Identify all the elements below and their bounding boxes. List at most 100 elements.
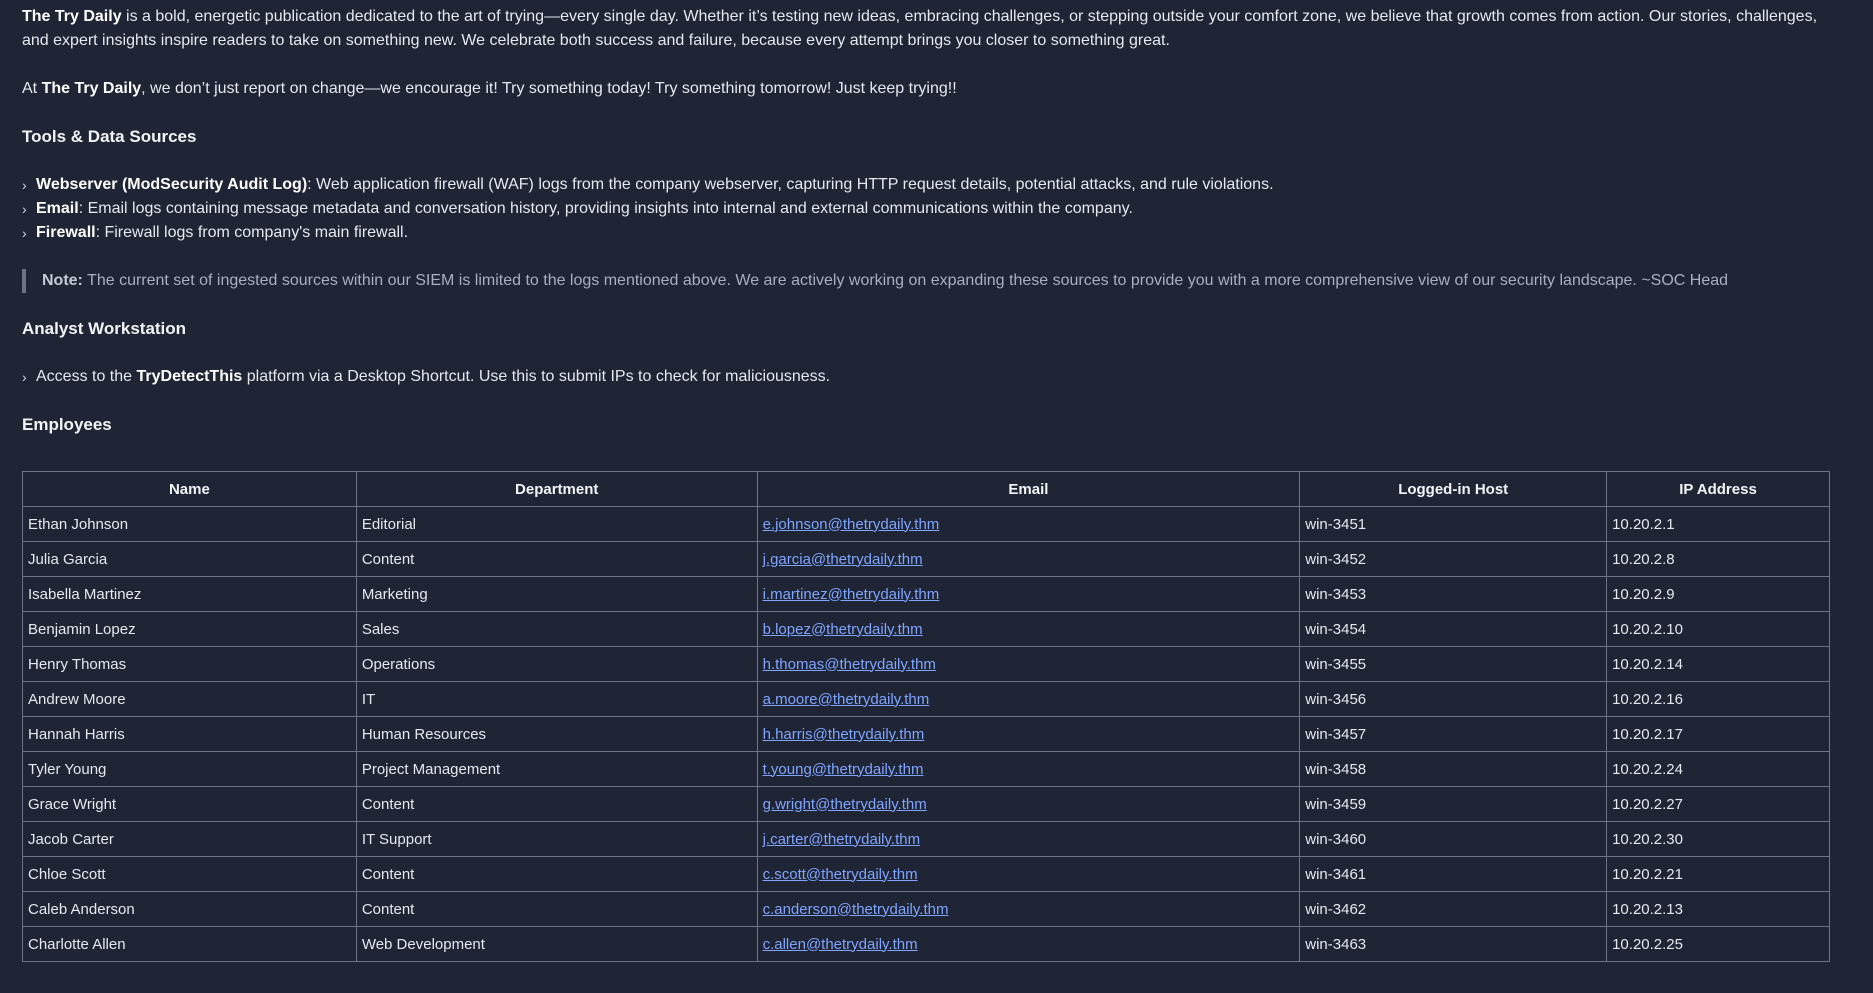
- employee-email-link[interactable]: i.martinez@thetrydaily.thm: [763, 586, 940, 603]
- table-cell: win-3453: [1299, 576, 1608, 612]
- table-cell: 10.20.2.16: [1606, 681, 1830, 717]
- employee-department: Content: [361, 550, 415, 568]
- table-cell: h.thomas@thetrydaily.thm: [756, 646, 1301, 682]
- employee-ip: 10.20.2.17: [1612, 725, 1683, 743]
- list-item: › Webserver (ModSecurity Audit Log): Web …: [22, 173, 1830, 197]
- chevron-right-icon: ›: [22, 177, 27, 193]
- employee-department: Content: [361, 865, 415, 883]
- table-cell: i.martinez@thetrydaily.thm: [756, 576, 1301, 612]
- table-row: Jacob Carter IT Support j.carter@thetrydai…: [22, 821, 1830, 857]
- table-cell: j.carter@thetrydaily.thm: [756, 821, 1301, 857]
- employee-host: win-3462: [1305, 900, 1367, 918]
- mission-prefix: At: [22, 80, 42, 97]
- list-item: › Access to the TryDetectThis platform vi…: [22, 365, 1830, 389]
- tool-desc: : Email logs containing message metadata…: [78, 200, 1133, 217]
- page-content: The Try Daily is a bold, energetic publi…: [22, 0, 1830, 962]
- mission-paragraph: At The Try Daily, we don’t just report o…: [22, 77, 1830, 101]
- note-label: Note:: [42, 272, 83, 289]
- column-header-host: Logged-in Host: [1299, 471, 1608, 507]
- employee-name: Chloe Scott: [28, 865, 106, 883]
- employee-ip: 10.20.2.25: [1612, 935, 1683, 953]
- table-cell: 10.20.2.17: [1606, 716, 1830, 752]
- employee-email-link[interactable]: j.carter@thetrydaily.thm: [763, 831, 921, 848]
- table-cell: t.young@thetrydaily.thm: [756, 751, 1301, 787]
- employee-ip: 10.20.2.14: [1612, 655, 1683, 673]
- employee-email-link[interactable]: j.garcia@thetrydaily.thm: [763, 551, 923, 568]
- employee-name: Tyler Young: [28, 760, 107, 778]
- table-cell: a.moore@thetrydaily.thm: [756, 681, 1301, 717]
- table-cell: Operations: [355, 646, 758, 682]
- employee-email-link[interactable]: c.scott@thetrydaily.thm: [763, 866, 918, 883]
- table-cell: g.wright@thetrydaily.thm: [756, 786, 1301, 822]
- employee-email-link[interactable]: c.allen@thetrydaily.thm: [763, 936, 918, 953]
- employee-department: Editorial: [361, 515, 417, 533]
- analyst-heading: Analyst Workstation: [22, 319, 187, 338]
- table-cell: Grace Wright: [22, 786, 357, 822]
- employee-email-link[interactable]: h.thomas@thetrydaily.thm: [763, 656, 936, 673]
- intro-text: is a bold, energetic publication dedicat…: [22, 8, 1818, 49]
- tool-name: Email: [36, 200, 79, 217]
- employee-ip: 10.20.2.21: [1612, 865, 1683, 883]
- table-cell: c.anderson@thetrydaily.thm: [756, 891, 1301, 927]
- employee-host: win-3455: [1305, 655, 1367, 673]
- employee-name: Benjamin Lopez: [28, 620, 136, 638]
- employee-email-link[interactable]: h.harris@thetrydaily.thm: [763, 726, 925, 743]
- employee-ip: 10.20.2.9: [1612, 585, 1675, 603]
- column-header-name: Name: [22, 471, 357, 507]
- employee-department: IT: [361, 690, 376, 708]
- table-cell: c.allen@thetrydaily.thm: [756, 926, 1301, 962]
- tool-desc: : Web application firewall (WAF) logs fr…: [307, 176, 1274, 193]
- employee-email-link[interactable]: t.young@thetrydaily.thm: [763, 761, 924, 778]
- column-header-email: Email: [756, 471, 1301, 507]
- table-cell: Julia Garcia: [22, 541, 357, 577]
- table-cell: Content: [355, 541, 758, 577]
- table-cell: Content: [355, 856, 758, 892]
- table-cell: 10.20.2.24: [1606, 751, 1830, 787]
- chevron-right-icon: ›: [22, 201, 27, 217]
- employee-host: win-3460: [1305, 830, 1367, 848]
- tool-desc: : Firewall logs from company's main fire…: [95, 224, 409, 241]
- table-header-row: Name Department Email Logged-in Host IP …: [22, 471, 1830, 507]
- table-cell: Human Resources: [355, 716, 758, 752]
- analyst-item-prefix: Access to the: [36, 368, 137, 385]
- table-cell: win-3463: [1299, 926, 1608, 962]
- employee-host: win-3457: [1305, 725, 1367, 743]
- analyst-item-suffix: platform via a Desktop Shortcut. Use thi…: [242, 368, 831, 385]
- employee-ip: 10.20.2.16: [1612, 690, 1683, 708]
- table-cell: 10.20.2.10: [1606, 611, 1830, 647]
- analyst-list: › Access to the TryDetectThis platform vi…: [22, 365, 1830, 389]
- employee-host: win-3456: [1305, 690, 1367, 708]
- employee-name: Caleb Anderson: [28, 900, 135, 918]
- table-cell: Benjamin Lopez: [22, 611, 357, 647]
- employee-department: Content: [361, 900, 415, 918]
- employee-email-link[interactable]: a.moore@thetrydaily.thm: [763, 691, 930, 708]
- employee-name: Grace Wright: [28, 795, 117, 813]
- table-cell: win-3458: [1299, 751, 1608, 787]
- employee-email-link[interactable]: b.lopez@thetrydaily.thm: [763, 621, 923, 638]
- employee-email-link[interactable]: e.johnson@thetrydaily.thm: [763, 516, 940, 533]
- chevron-right-icon: ›: [22, 369, 27, 385]
- table-cell: Chloe Scott: [22, 856, 357, 892]
- employee-email-link[interactable]: g.wright@thetrydaily.thm: [763, 796, 927, 813]
- table-cell: Ethan Johnson: [22, 506, 357, 542]
- table-row: Ethan Johnson Editorial e.johnson@thetryda…: [22, 506, 1830, 542]
- employee-email-link[interactable]: c.anderson@thetrydaily.thm: [763, 901, 949, 918]
- employee-name: Isabella Martinez: [28, 585, 142, 603]
- list-item: › Firewall: Firewall logs from company's …: [22, 221, 1830, 245]
- employee-host: win-3458: [1305, 760, 1367, 778]
- mission-text: , we don’t just report on change—we enco…: [141, 80, 957, 97]
- employee-host: win-3452: [1305, 550, 1367, 568]
- table-cell: Caleb Anderson: [22, 891, 357, 927]
- table-cell: win-3452: [1299, 541, 1608, 577]
- table-cell: 10.20.2.27: [1606, 786, 1830, 822]
- employee-host: win-3463: [1305, 935, 1367, 953]
- table-cell: 10.20.2.9: [1606, 576, 1830, 612]
- table-cell: Andrew Moore: [22, 681, 357, 717]
- table-row: Hannah Harris Human Resources h.harris@the…: [22, 716, 1830, 752]
- employee-host: win-3451: [1305, 515, 1367, 533]
- table-cell: Hannah Harris: [22, 716, 357, 752]
- table-cell: 10.20.2.25: [1606, 926, 1830, 962]
- table-row: Andrew Moore IT a.moore@thetrydaily.thm win…: [22, 681, 1830, 717]
- table-cell: 10.20.2.8: [1606, 541, 1830, 577]
- table-cell: win-3461: [1299, 856, 1608, 892]
